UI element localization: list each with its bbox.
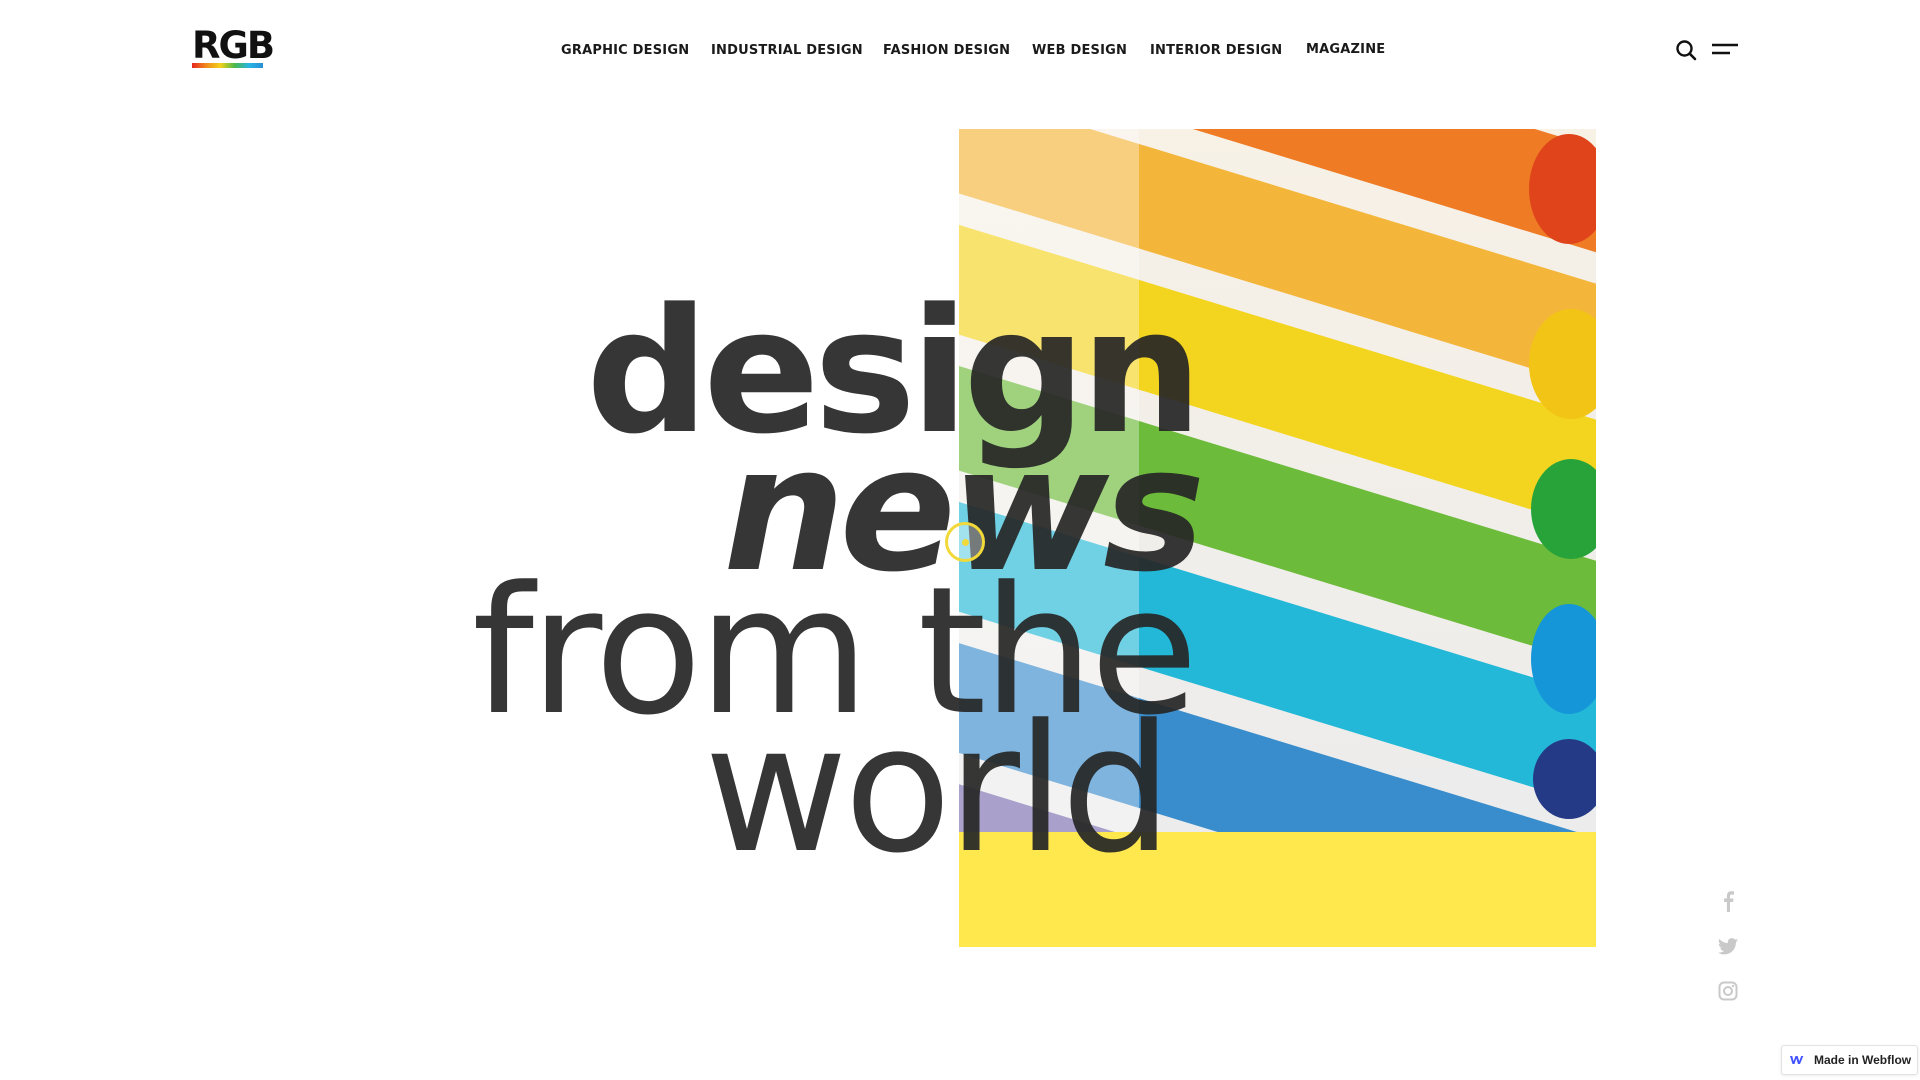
- hamburger-menu-icon: [1712, 43, 1738, 55]
- logo-text: RGB: [192, 24, 275, 67]
- nav-item-interior-design[interactable]: INTERIOR DESIGN: [1150, 43, 1282, 58]
- facebook-link[interactable]: [1716, 889, 1740, 913]
- search-icon: [1676, 40, 1697, 61]
- logo-rainbow-bar: [192, 63, 263, 68]
- webflow-logo-icon: [1790, 1056, 1804, 1064]
- headline-line-world: world: [704, 687, 1173, 892]
- instagram-link[interactable]: [1716, 979, 1740, 1003]
- custom-cursor: [945, 522, 985, 562]
- menu-button[interactable]: [1712, 42, 1738, 58]
- made-in-webflow-badge[interactable]: Made in Webflow: [1781, 1045, 1918, 1075]
- nav-item-industrial-design[interactable]: INDUSTRIAL DESIGN: [711, 43, 863, 58]
- twitter-link[interactable]: [1716, 934, 1740, 958]
- twitter-icon: [1718, 937, 1738, 954]
- site-logo[interactable]: RGB: [192, 27, 275, 70]
- nav-item-web-design[interactable]: WEB DESIGN: [1032, 43, 1127, 58]
- search-button[interactable]: [1675, 39, 1697, 61]
- instagram-icon: [1718, 981, 1738, 1001]
- nav-item-graphic-design[interactable]: GRAPHIC DESIGN: [561, 43, 689, 58]
- facebook-icon: [1724, 891, 1734, 912]
- webflow-badge-label: Made in Webflow: [1814, 1053, 1912, 1067]
- nav-item-fashion-design[interactable]: FASHION DESIGN: [883, 43, 1010, 58]
- nav-item-magazine[interactable]: MAGAZINE: [1306, 42, 1385, 57]
